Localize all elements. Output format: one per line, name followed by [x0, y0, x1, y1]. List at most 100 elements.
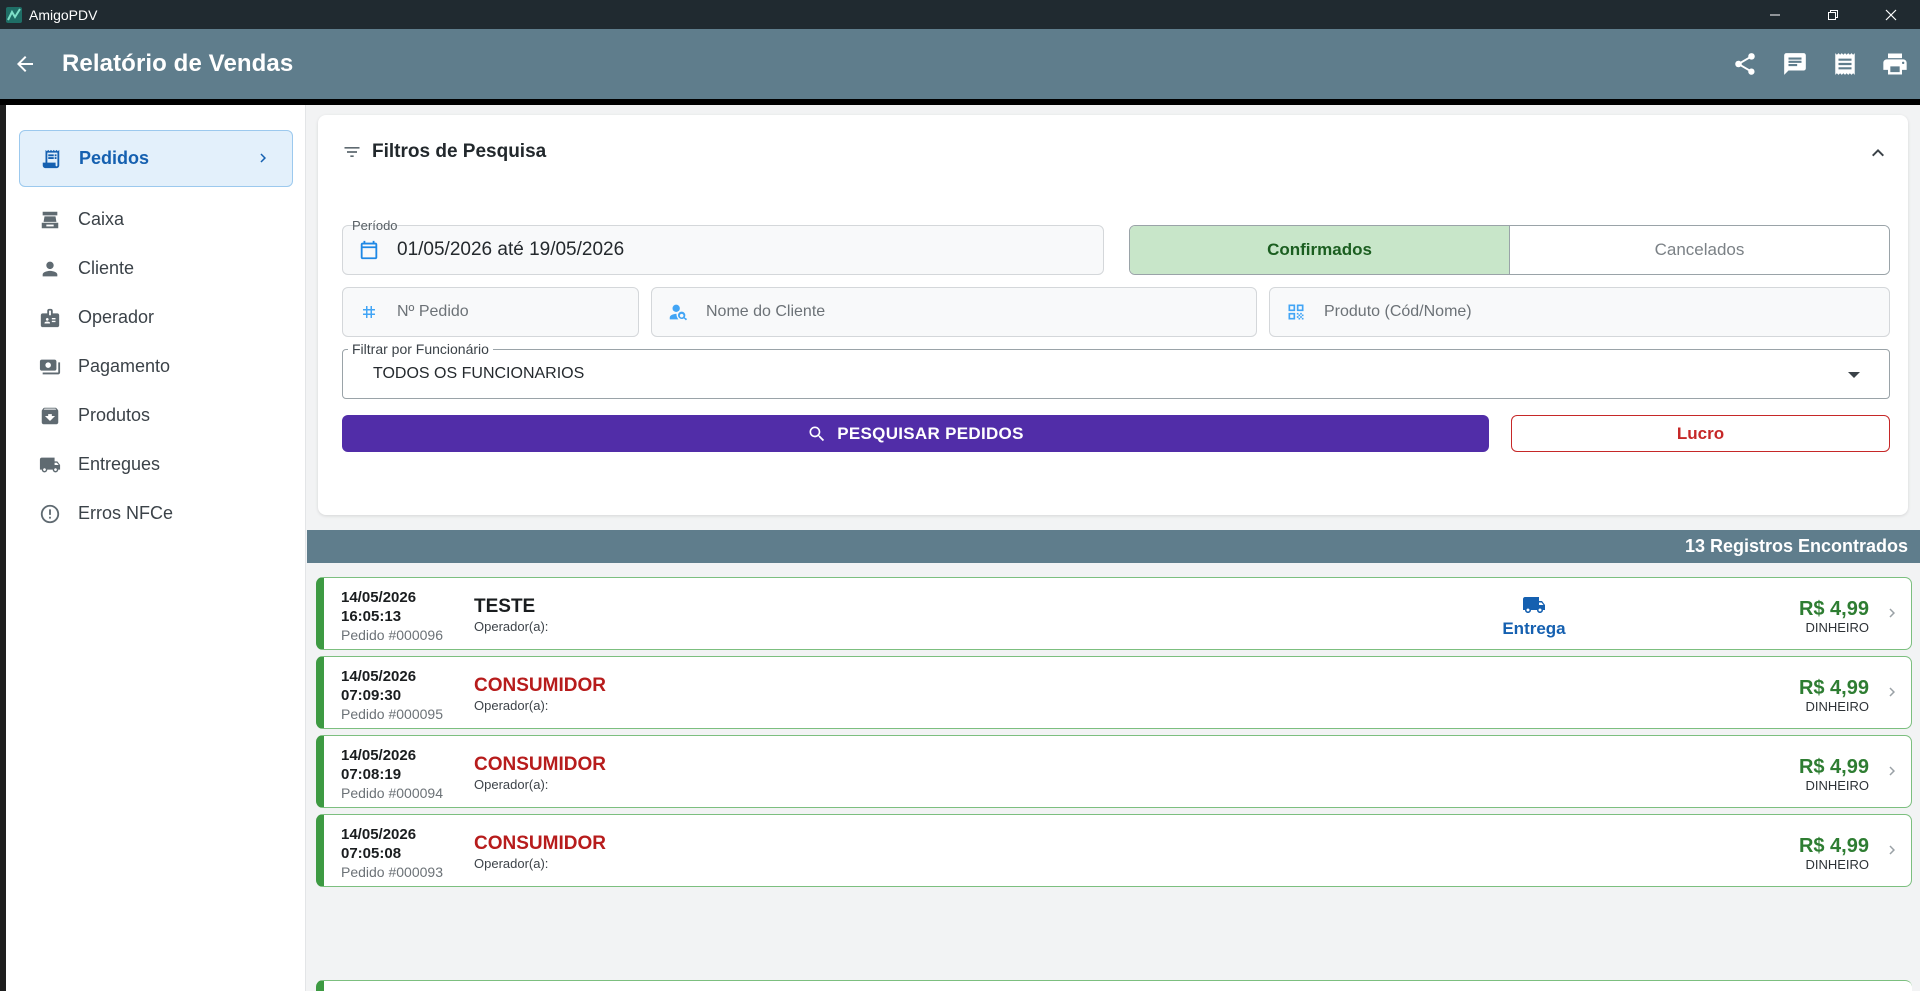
- hashtag-icon: [357, 300, 381, 324]
- sidebar-item-label: Pagamento: [78, 356, 171, 376]
- sidebar-item-label: Caixa: [78, 209, 125, 229]
- order-date: 14/05/2026: [341, 589, 417, 606]
- order-number-placeholder: Nº Pedido: [397, 303, 469, 320]
- filter-card: Filtros de Pesquisa 01/05/2026 até 19/05…: [318, 115, 1908, 515]
- product-placeholder: Produto (Cód/Nome): [1324, 303, 1472, 320]
- delivery-badge: Entrega: [1484, 593, 1584, 639]
- cash-register-icon: [39, 209, 61, 231]
- order-price: R$ 4,99: [1798, 598, 1869, 620]
- chevron-right-icon: [1889, 766, 1895, 776]
- order-row-partial[interactable]: [316, 980, 1912, 991]
- status-toggle: Confirmados Cancelados: [1129, 225, 1890, 275]
- order-number-field[interactable]: Nº Pedido: [342, 287, 639, 337]
- back-button[interactable]: [13, 52, 37, 76]
- sidebar-item-label: Entregues: [78, 454, 161, 474]
- filter-title: Filtros de Pesquisa: [372, 141, 547, 162]
- order-number: Pedido #000096: [341, 627, 443, 643]
- app-bar: Relatório de Vendas: [0, 29, 1920, 99]
- sidebar-item-pedidos[interactable]: Pedidos: [19, 130, 293, 187]
- chevron-right-icon: [260, 153, 266, 163]
- close-button[interactable]: [1862, 0, 1920, 29]
- employee-select-value: TODOS OS FUNCIONARIOS: [373, 365, 585, 382]
- window-title: AmigoPDV: [29, 6, 98, 23]
- order-payment: DINHEIRO: [1805, 620, 1869, 635]
- order-row[interactable]: 14/05/2026 16:05:13 Pedido #000096 TESTE…: [316, 577, 1912, 650]
- status-confirmed-button[interactable]: Confirmados: [1130, 226, 1510, 274]
- search-orders-button[interactable]: PESQUISAR PEDIDOS: [342, 415, 1489, 452]
- order-time: 07:08:19: [341, 766, 402, 783]
- person-icon: [39, 258, 61, 280]
- app-logo-icon: [6, 6, 22, 23]
- order-payment: DINHEIRO: [1805, 699, 1869, 714]
- employee-label: Filtrar por Funcionário: [348, 341, 493, 357]
- profit-button[interactable]: Lucro: [1511, 415, 1890, 452]
- order-row[interactable]: 14/05/2026 07:08:19 Pedido #000094 CONSU…: [316, 735, 1912, 808]
- receipt-long-icon: [1835, 53, 1855, 75]
- filter-list-icon: [344, 147, 360, 157]
- sidebar-item-erros-nfce[interactable]: Erros NFCe: [19, 485, 293, 542]
- order-time: 07:09:30: [341, 687, 402, 704]
- customer-field[interactable]: Nome do Cliente: [651, 287, 1257, 337]
- customer-placeholder: Nome do Cliente: [706, 303, 826, 320]
- order-customer: CONSUMIDOR: [474, 833, 606, 854]
- order-time: 16:05:13: [341, 608, 402, 625]
- restore-button[interactable]: [1804, 0, 1862, 29]
- message-button[interactable]: [1780, 49, 1810, 79]
- print-icon: [1883, 53, 1907, 75]
- delivery-truck-icon: [1523, 597, 1545, 613]
- truck-icon: [39, 454, 61, 476]
- chat-icon: [1784, 53, 1806, 75]
- person-search-icon: [666, 300, 690, 324]
- close-icon: [1885, 9, 1897, 20]
- payment-icon: [39, 356, 61, 378]
- period-field[interactable]: 01/05/2026 até 19/05/2026: [342, 225, 1104, 275]
- order-date: 14/05/2026: [341, 668, 417, 685]
- archive-icon: [39, 405, 61, 427]
- chevron-right-icon: [1889, 845, 1895, 855]
- employee-select[interactable]: TODOS OS FUNCIONARIOS: [342, 349, 1890, 399]
- sidebar-item-label: Operador: [78, 307, 155, 327]
- main-content: Pedidos Caixa Cliente Operador Pagamento…: [6, 105, 1920, 991]
- sidebar-item-label: Cliente: [78, 258, 135, 278]
- receipt-button[interactable]: [1830, 49, 1860, 79]
- order-time: 07:05:08: [341, 845, 402, 862]
- order-row[interactable]: 14/05/2026 07:05:08 Pedido #000093 CONSU…: [316, 814, 1912, 887]
- order-date: 14/05/2026: [341, 747, 417, 764]
- delivery-label: Entrega: [1502, 619, 1566, 638]
- product-field[interactable]: Produto (Cód/Nome): [1269, 287, 1890, 337]
- order-customer: CONSUMIDOR: [474, 754, 606, 775]
- order-price: R$ 4,99: [1798, 756, 1869, 778]
- chevron-right-icon: [1889, 687, 1895, 697]
- search-orders-label: PESQUISAR PEDIDOS: [837, 423, 1024, 443]
- chevron-up-icon[interactable]: [1866, 141, 1890, 165]
- share-icon: [1735, 53, 1755, 75]
- status-cancelled-button[interactable]: Cancelados: [1510, 226, 1889, 274]
- chevron-right-icon: [1889, 608, 1895, 618]
- qr-code-icon: [1284, 300, 1308, 324]
- sidebar-item-label: Pedidos: [79, 148, 150, 168]
- results-count-bar: 13 Registros Encontrados: [307, 530, 1920, 563]
- period-label: Período: [352, 218, 398, 233]
- filter-header: Filtros de Pesquisa: [342, 141, 546, 163]
- period-value: 01/05/2026 até 19/05/2026: [397, 239, 625, 260]
- order-payment: DINHEIRO: [1805, 778, 1869, 793]
- print-button[interactable]: [1880, 49, 1910, 79]
- sidebar: Pedidos Caixa Cliente Operador Pagamento…: [6, 105, 306, 991]
- restore-icon: [1828, 9, 1838, 20]
- share-button[interactable]: [1730, 49, 1760, 79]
- minimize-button[interactable]: [1746, 0, 1804, 29]
- badge-icon: [39, 307, 61, 329]
- order-price: R$ 4,99: [1798, 835, 1869, 857]
- window-titlebar: AmigoPDV: [0, 0, 1920, 29]
- order-number: Pedido #000093: [341, 864, 443, 880]
- order-number: Pedido #000095: [341, 706, 443, 722]
- search-icon: [809, 426, 825, 441]
- dropdown-arrow-icon: [1848, 372, 1860, 378]
- order-operator: Operador(a):: [474, 856, 549, 871]
- sidebar-item-label: Erros NFCe: [78, 503, 174, 523]
- order-row[interactable]: 14/05/2026 07:09:30 Pedido #000095 CONSU…: [316, 656, 1912, 729]
- window-controls: [1746, 0, 1920, 29]
- order-number: Pedido #000094: [341, 785, 443, 801]
- calendar-icon: [357, 238, 381, 262]
- receipt-icon: [40, 148, 62, 170]
